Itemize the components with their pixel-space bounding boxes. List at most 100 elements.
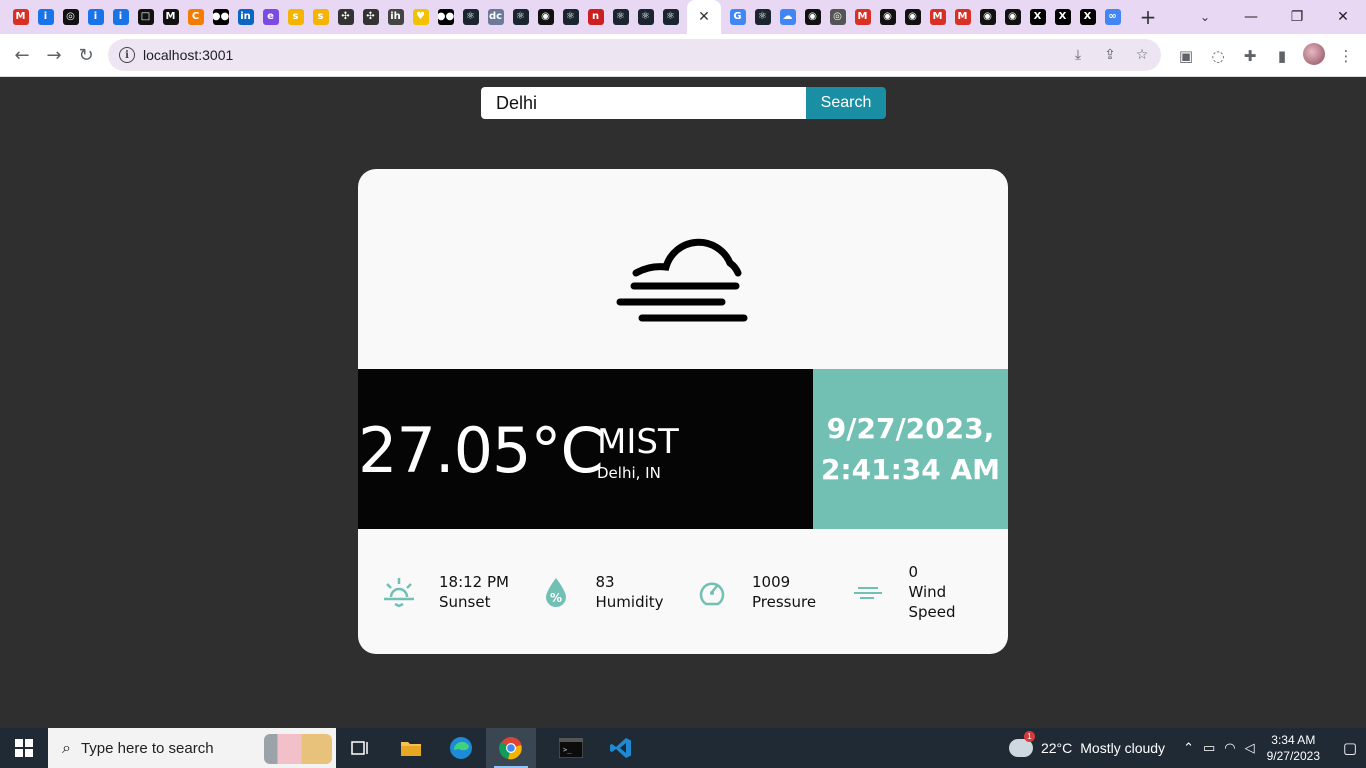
stat-humidity: % 83 Humidity [539,572,696,612]
url-text[interactable]: localhost:3001 [143,47,233,63]
file-explorer-icon[interactable] [386,728,436,768]
browser-tab[interactable]: M [850,0,875,34]
browser-tab[interactable]: ♥ [408,0,433,34]
edge-browser-icon[interactable] [436,728,486,768]
system-tray: 1 22°C Mostly cloudy ⌃ ▭ ◠ ◁ 3:34 AM 9/2… [1008,728,1366,768]
browser-tab[interactable]: ⚛ [458,0,483,34]
terminal-icon[interactable]: >_ [546,728,596,768]
browser-tab[interactable]: X [1025,0,1050,34]
vscode-icon[interactable] [596,728,646,768]
browser-tab[interactable]: ◉ [1000,0,1025,34]
tab-search-chevron-icon[interactable]: ⌄ [1192,0,1218,34]
browser-tab[interactable]: s [283,0,308,34]
close-tab-icon[interactable]: ✕ [698,9,710,25]
browser-tab[interactable]: ◉ [900,0,925,34]
browser-tab[interactable]: X [1050,0,1075,34]
browser-tab[interactable]: C [183,0,208,34]
share-icon[interactable]: ⇪ [1099,47,1121,63]
svg-text:>_: >_ [563,746,572,754]
active-browser-tab[interactable]: ✕ [687,0,721,34]
browser-tab[interactable]: ⚛ [633,0,658,34]
new-tab-button[interactable]: + [1133,0,1163,34]
show-hidden-icons-chevron-icon[interactable]: ⌃ [1183,741,1194,756]
browser-tab[interactable]: ●● [433,0,458,34]
forward-button[interactable]: → [38,39,70,71]
battery-icon[interactable]: ▭ [1203,741,1215,756]
drive-cloud-icon: ☁ [779,9,796,25]
browser-tab[interactable]: ✣ [333,0,358,34]
browser-tab[interactable]: in [233,0,258,34]
browser-tab[interactable]: M [950,0,975,34]
back-button[interactable]: ← [6,39,38,71]
bookmark-star-icon[interactable]: ☆ [1131,47,1153,63]
browser-tab[interactable]: n [583,0,608,34]
browser-tab[interactable]: e [258,0,283,34]
browser-tab[interactable]: ●● [208,0,233,34]
browser-tab[interactable]: ☁ [775,0,800,34]
browser-tab[interactable]: s [308,0,333,34]
browser-tab[interactable]: ◎ [58,0,83,34]
browser-tab[interactable]: ih [383,0,408,34]
browser-tab[interactable]: G [725,0,750,34]
volume-icon[interactable]: ◁ [1245,741,1255,756]
reload-button[interactable]: ↻ [70,39,102,71]
browser-tab[interactable]: ✣ [358,0,383,34]
taskbar-weather-widget[interactable]: 1 22°C Mostly cloudy [1008,731,1165,757]
datetime-panel: 9/27/2023, 2:41:34 AM [813,369,1008,529]
mist-icon [616,238,748,322]
close-window-button[interactable]: ✕ [1320,0,1366,34]
browser-tab[interactable]: M [158,0,183,34]
cc-icon: C [187,9,204,25]
browser-tab[interactable]: ⚛ [750,0,775,34]
wifi-icon[interactable]: ◠ [1224,741,1235,756]
browser-tab[interactable]: ◉ [533,0,558,34]
extensions-puzzle-icon[interactable]: ✚ [1238,47,1262,65]
stat-wind: 0 Wind Speed [852,562,1009,622]
install-app-icon[interactable]: ⤓ [1067,47,1089,63]
stat-sunset-text: 18:12 PM Sunset [439,572,509,612]
browser-tab[interactable]: ⚛ [658,0,683,34]
address-bar[interactable]: i localhost:3001 ⤓ ⇪ ☆ [108,39,1161,71]
browser-tab[interactable]: ∞ [1100,0,1125,34]
city-search-input[interactable] [481,87,806,119]
browser-tab[interactable]: ◉ [800,0,825,34]
browser-tab[interactable]: □ [133,0,158,34]
weather-badge: 1 [1023,731,1035,742]
notification-center-icon[interactable]: ▢ [1334,728,1366,768]
taskbar-search-placeholder: Type here to search [80,739,214,757]
browser-tab[interactable]: i [83,0,108,34]
taskbar-search-box[interactable]: ⌕ Type here to search [48,728,336,768]
browser-tab[interactable]: M [925,0,950,34]
restore-button[interactable]: ❐ [1274,0,1320,34]
windows-start-button[interactable] [0,728,48,768]
site-info-icon[interactable]: i [119,47,135,63]
browser-tab[interactable]: ◎ [825,0,850,34]
minimize-button[interactable]: — [1228,0,1274,34]
taskbar-clock[interactable]: 3:34 AM 9/27/2023 [1267,732,1320,764]
weather-stats: 18:12 PM Sunset % 83 Humidity 1009 Press… [358,529,1008,654]
browser-tab[interactable]: ⚛ [558,0,583,34]
browser-tab[interactable]: X [1075,0,1100,34]
weather-main-row: 27.05°C MIST Delhi, IN 9/27/2023, 2:41:3… [358,369,1008,529]
browser-tab[interactable]: ◉ [975,0,1000,34]
browser-tab[interactable]: i [33,0,58,34]
browser-tab[interactable]: M [8,0,33,34]
browser-tab[interactable]: ⚛ [508,0,533,34]
menu-kebab-icon[interactable]: ⋮ [1334,47,1358,65]
stat-pressure-text: 1009 Pressure [752,572,816,612]
pressure-label: Pressure [752,592,817,611]
browser-tab[interactable]: ⚛ [608,0,633,34]
browser-tab[interactable]: dc [483,0,508,34]
circle-extension-icon[interactable]: ◌ [1206,47,1230,65]
task-view-icon[interactable] [336,728,386,768]
heart-icon: ♥ [412,9,429,25]
chrome-taskbar-icon[interactable] [486,728,536,768]
search-button[interactable]: Search [806,87,886,119]
side-panel-icon[interactable]: ▮ [1270,47,1294,65]
camera-extension-icon[interactable]: ▣ [1174,47,1198,65]
browser-tab[interactable]: i [108,0,133,34]
clock-time: 3:34 AM [1271,733,1316,747]
profile-avatar[interactable] [1302,42,1326,69]
github-icon: ◉ [904,9,921,25]
browser-tab[interactable]: ◉ [875,0,900,34]
